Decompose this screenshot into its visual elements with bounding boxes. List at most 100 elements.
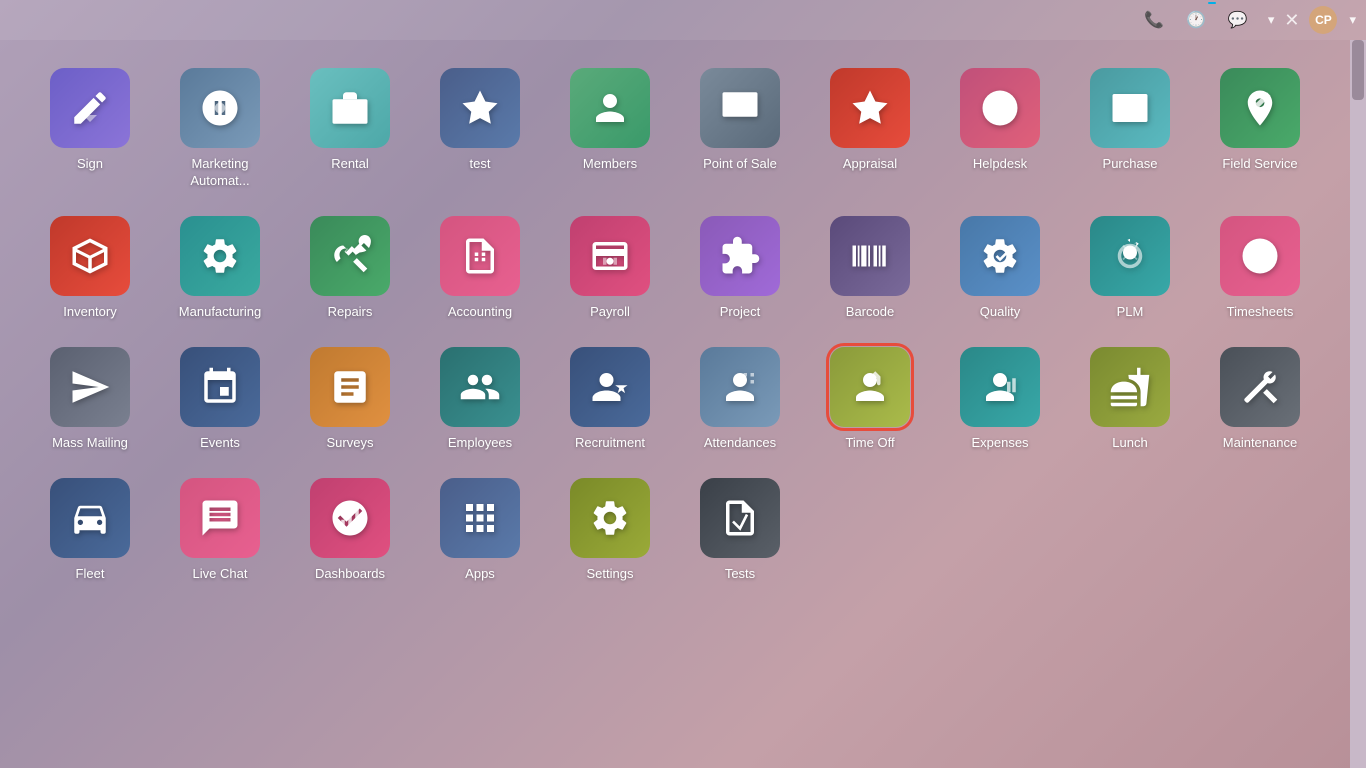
app-label-barcode: Barcode bbox=[846, 304, 894, 321]
app-item-surveys[interactable]: Surveys bbox=[290, 339, 410, 460]
app-icon-timesheets bbox=[1220, 216, 1300, 296]
app-label-settings: Settings bbox=[587, 566, 634, 583]
user-menu[interactable]: CP ▾ bbox=[1309, 6, 1356, 34]
app-label-purchase: Purchase bbox=[1103, 156, 1158, 173]
avatar: CP bbox=[1309, 6, 1337, 34]
app-label-test: test bbox=[470, 156, 491, 173]
app-item-lunch[interactable]: Lunch bbox=[1070, 339, 1190, 460]
app-icon-helpdesk bbox=[960, 68, 1040, 148]
app-label-project: Project bbox=[720, 304, 760, 321]
app-item-accounting[interactable]: Accounting bbox=[420, 208, 540, 329]
app-item-fleet[interactable]: Fleet bbox=[30, 470, 150, 591]
app-icon-payroll bbox=[570, 216, 650, 296]
app-icon-live-chat bbox=[180, 478, 260, 558]
activity-icon-wrap[interactable]: 🕐 bbox=[1180, 6, 1212, 34]
scrollbar-thumb[interactable] bbox=[1352, 40, 1364, 100]
app-item-settings[interactable]: Settings bbox=[550, 470, 670, 591]
app-item-events[interactable]: Events bbox=[160, 339, 280, 460]
app-icon-rental bbox=[310, 68, 390, 148]
app-item-marketing[interactable]: Marketing Automat... bbox=[160, 60, 280, 198]
app-label-appraisal: Appraisal bbox=[843, 156, 897, 173]
app-item-manufacturing[interactable]: Manufacturing bbox=[160, 208, 280, 329]
chat-icon[interactable]: 💬 bbox=[1222, 6, 1254, 34]
app-item-dashboards[interactable]: Dashboards bbox=[290, 470, 410, 591]
app-label-marketing: Marketing Automat... bbox=[164, 156, 276, 190]
app-item-maintenance[interactable]: Maintenance bbox=[1200, 339, 1320, 460]
app-label-maintenance: Maintenance bbox=[1223, 435, 1297, 452]
app-label-field-service: Field Service bbox=[1222, 156, 1297, 173]
phone-icon[interactable]: 📞 bbox=[1138, 6, 1170, 34]
app-icon-employees bbox=[440, 347, 520, 427]
app-icon-recruitment bbox=[570, 347, 650, 427]
app-item-point-of-sale[interactable]: Point of Sale bbox=[680, 60, 800, 198]
app-item-inventory[interactable]: Inventory bbox=[30, 208, 150, 329]
app-item-appraisal[interactable]: Appraisal bbox=[810, 60, 930, 198]
app-item-field-service[interactable]: Field Service bbox=[1200, 60, 1320, 198]
app-item-rental[interactable]: Rental bbox=[290, 60, 410, 198]
app-item-recruitment[interactable]: Recruitment bbox=[550, 339, 670, 460]
app-icon-purchase bbox=[1090, 68, 1170, 148]
app-icon-project bbox=[700, 216, 780, 296]
app-item-attendances[interactable]: Attendances bbox=[680, 339, 800, 460]
app-item-live-chat[interactable]: Live Chat bbox=[160, 470, 280, 591]
app-icon-accounting bbox=[440, 216, 520, 296]
app-label-fleet: Fleet bbox=[76, 566, 105, 583]
app-item-barcode[interactable]: Barcode bbox=[810, 208, 930, 329]
app-icon-attendances bbox=[700, 347, 780, 427]
app-icon-point-of-sale bbox=[700, 68, 780, 148]
app-icon-appraisal bbox=[830, 68, 910, 148]
app-item-repairs[interactable]: Repairs bbox=[290, 208, 410, 329]
user-chevron: ▾ bbox=[1349, 12, 1356, 28]
app-item-expenses[interactable]: Expenses bbox=[940, 339, 1060, 460]
app-label-members: Members bbox=[583, 156, 637, 173]
app-icon-maintenance bbox=[1220, 347, 1300, 427]
app-icon-lunch bbox=[1090, 347, 1170, 427]
company-selector[interactable]: ▾ bbox=[1264, 12, 1275, 28]
app-label-repairs: Repairs bbox=[328, 304, 373, 321]
app-item-apps[interactable]: Apps bbox=[420, 470, 540, 591]
app-label-employees: Employees bbox=[448, 435, 512, 452]
app-icon-inventory bbox=[50, 216, 130, 296]
app-label-expenses: Expenses bbox=[971, 435, 1028, 452]
app-item-time-off[interactable]: Time Off bbox=[810, 339, 930, 460]
app-label-tests: Tests bbox=[725, 566, 755, 583]
app-icon-marketing bbox=[180, 68, 260, 148]
scrollbar-track[interactable] bbox=[1350, 40, 1366, 768]
app-icon-fleet bbox=[50, 478, 130, 558]
app-label-sign: Sign bbox=[77, 156, 103, 173]
activity-icon: 🕐 bbox=[1180, 6, 1212, 34]
app-icon-repairs bbox=[310, 216, 390, 296]
app-label-quality: Quality bbox=[980, 304, 1020, 321]
app-item-project[interactable]: Project bbox=[680, 208, 800, 329]
app-label-attendances: Attendances bbox=[704, 435, 776, 452]
app-item-members[interactable]: Members bbox=[550, 60, 670, 198]
app-item-tests[interactable]: Tests bbox=[680, 470, 800, 591]
topbar: 📞 🕐 💬 ▾ ✕ CP ▾ bbox=[0, 0, 1366, 40]
app-item-helpdesk[interactable]: Helpdesk bbox=[940, 60, 1060, 198]
app-item-plm[interactable]: PLM bbox=[1070, 208, 1190, 329]
app-label-accounting: Accounting bbox=[448, 304, 512, 321]
app-item-employees[interactable]: Employees bbox=[420, 339, 540, 460]
app-label-helpdesk: Helpdesk bbox=[973, 156, 1027, 173]
close-icon[interactable]: ✕ bbox=[1284, 10, 1299, 31]
app-label-dashboards: Dashboards bbox=[315, 566, 385, 583]
app-label-timesheets: Timesheets bbox=[1227, 304, 1294, 321]
app-icon-test bbox=[440, 68, 520, 148]
app-item-payroll[interactable]: Payroll bbox=[550, 208, 670, 329]
app-icon-manufacturing bbox=[180, 216, 260, 296]
app-item-mass-mailing[interactable]: Mass Mailing bbox=[30, 339, 150, 460]
app-label-lunch: Lunch bbox=[1112, 435, 1147, 452]
app-item-timesheets[interactable]: Timesheets bbox=[1200, 208, 1320, 329]
app-label-surveys: Surveys bbox=[327, 435, 374, 452]
company-chevron: ▾ bbox=[1268, 12, 1275, 28]
app-icon-dashboards bbox=[310, 478, 390, 558]
app-item-test[interactable]: test bbox=[420, 60, 540, 198]
app-icon-barcode bbox=[830, 216, 910, 296]
app-label-manufacturing: Manufacturing bbox=[179, 304, 261, 321]
app-item-purchase[interactable]: Purchase bbox=[1070, 60, 1190, 198]
app-label-point-of-sale: Point of Sale bbox=[703, 156, 777, 173]
app-label-apps: Apps bbox=[465, 566, 495, 583]
app-item-quality[interactable]: Quality bbox=[940, 208, 1060, 329]
app-item-sign[interactable]: Sign bbox=[30, 60, 150, 198]
apps-grid: Sign Marketing Automat... Rental test Member… bbox=[0, 40, 1350, 768]
